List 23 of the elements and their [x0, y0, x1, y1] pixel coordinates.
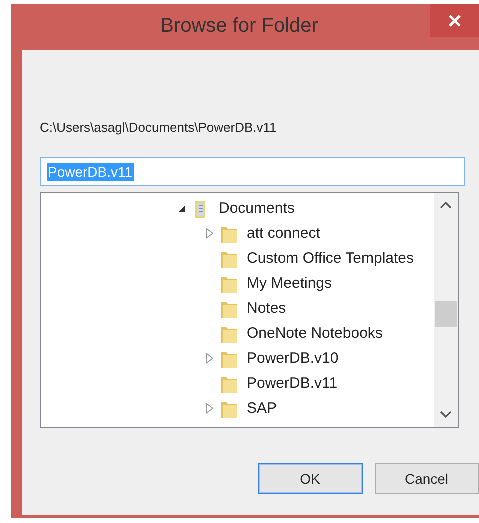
- scroll-down-icon[interactable]: [440, 411, 452, 419]
- tree-item[interactable]: Documents: [219, 200, 295, 217]
- ok-button[interactable]: OK: [258, 463, 362, 494]
- expanded-arrow-icon[interactable]: [178, 204, 186, 212]
- scrollbar[interactable]: [434, 193, 458, 427]
- window-title: Browse for Folder: [160, 15, 320, 38]
- tree-item[interactable]: PowerDB.v11: [247, 375, 338, 392]
- tree-item[interactable]: Custom Office Templates: [247, 250, 414, 267]
- collapsed-arrow-icon[interactable]: [206, 228, 214, 239]
- tree-item[interactable]: OneNote Notebooks: [247, 325, 383, 342]
- tree-item[interactable]: Notes: [247, 300, 286, 317]
- collapsed-arrow-icon[interactable]: [206, 403, 214, 414]
- close-button[interactable]: [430, 4, 479, 37]
- close-icon: [448, 14, 462, 28]
- tree-item[interactable]: att connect: [247, 225, 320, 242]
- tree-item[interactable]: My Meetings: [247, 275, 332, 292]
- tree-item[interactable]: PowerDB.v10: [247, 350, 339, 367]
- path-label: C:\Users\asagl\Documents\PowerDB.v11: [40, 120, 278, 136]
- collapsed-arrow-icon[interactable]: [206, 353, 214, 364]
- cancel-button[interactable]: Cancel: [374, 463, 479, 494]
- tree-item[interactable]: SAP: [247, 400, 278, 417]
- scrollbar-thumb[interactable]: [435, 301, 457, 327]
- scroll-up-icon[interactable]: [440, 201, 452, 209]
